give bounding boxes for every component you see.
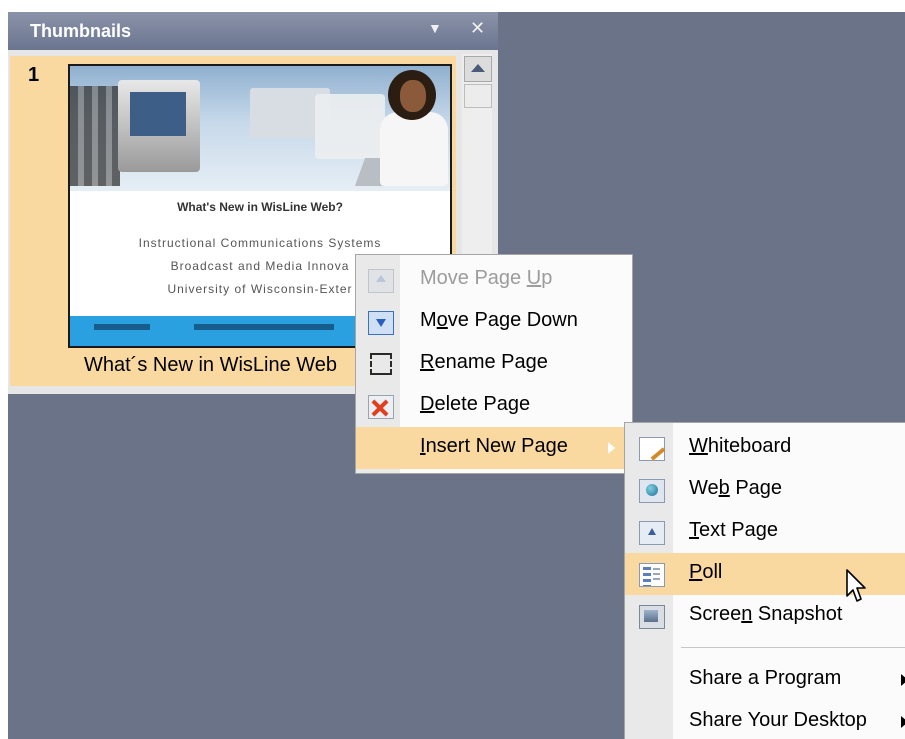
slide-photo — [70, 66, 450, 191]
menu-separator — [681, 647, 905, 648]
menu-item-label: Share Your Desktop — [689, 709, 867, 731]
submenu-item-whiteboard[interactable]: Whiteboard — [625, 427, 905, 469]
thumbnails-pane-header: Thumbnails ▼ ✕ — [8, 12, 498, 50]
submenu-item-share-your-desktop[interactable]: Share Your Desktop — [625, 701, 905, 739]
submenu-item-web-page[interactable]: Web Page — [625, 469, 905, 511]
menu-item-move-page-up[interactable]: Move Page Up — [356, 259, 632, 301]
submenu-item-share-a-program[interactable]: Share a Program — [625, 659, 905, 701]
whiteboard-icon — [639, 437, 665, 461]
menu-item-insert-new-page[interactable]: Insert New Page — [356, 427, 632, 469]
menu-item-label: Delete Page — [420, 393, 531, 415]
move-up-icon — [368, 269, 394, 293]
scroll-up-button[interactable] — [464, 56, 492, 82]
submenu-item-text-page[interactable]: Text Page — [625, 511, 905, 553]
rename-icon — [370, 353, 392, 375]
application-workspace: Thumbnails ▼ ✕ 1 What's New in WisLine W… — [8, 12, 905, 739]
menu-item-label: Rename Page — [420, 351, 548, 373]
monitor-graphic — [118, 80, 200, 172]
menu-item-delete-page[interactable]: Delete Page — [356, 385, 632, 427]
scroll-thumb[interactable] — [464, 84, 492, 108]
move-down-icon — [368, 311, 394, 335]
menu-item-label: Move Page Up — [420, 267, 553, 289]
text-page-icon — [639, 521, 665, 545]
poll-icon — [639, 563, 665, 587]
page-number: 1 — [28, 64, 40, 86]
submenu-arrow-icon — [901, 674, 905, 686]
thumbnails-pane-title: Thumbnails — [30, 21, 132, 41]
menu-item-label: Poll — [689, 561, 723, 583]
person-face-graphic — [400, 80, 426, 112]
menu-item-label: Screen Snapshot — [689, 603, 843, 625]
menu-item-move-page-down[interactable]: Move Page Down — [356, 301, 632, 343]
web-page-icon — [639, 479, 665, 503]
monitor-graphic — [315, 94, 385, 159]
menu-item-label: Web Page — [689, 477, 783, 499]
menu-item-rename-page[interactable]: Rename Page — [356, 343, 632, 385]
film-strip-graphic — [70, 86, 120, 186]
thumbnail-caption: What´s New in WisLine Web — [84, 354, 338, 376]
submenu-arrow-icon — [608, 442, 615, 454]
menu-item-label: Share a Program — [689, 667, 842, 689]
mouse-cursor-icon — [846, 569, 866, 602]
menu-item-label: Whiteboard — [689, 435, 792, 457]
submenu-arrow-icon — [901, 716, 905, 728]
menu-item-label: Move Page Down — [420, 309, 578, 331]
menu-item-label: Insert New Page — [420, 435, 568, 457]
delete-icon — [368, 395, 394, 419]
slide-title: What's New in WisLine Web? — [177, 200, 343, 214]
slide-text-line: Instructional Communications Systems — [138, 236, 382, 250]
context-menu: Move Page Up Move Page Down Rename Page … — [355, 254, 633, 474]
dropdown-arrow-icon[interactable]: ▼ — [428, 20, 442, 36]
person-graphic — [380, 112, 448, 186]
close-icon[interactable]: ✕ — [470, 18, 485, 39]
screen-snapshot-icon — [639, 605, 665, 629]
menu-item-label: Text Page — [689, 519, 778, 541]
